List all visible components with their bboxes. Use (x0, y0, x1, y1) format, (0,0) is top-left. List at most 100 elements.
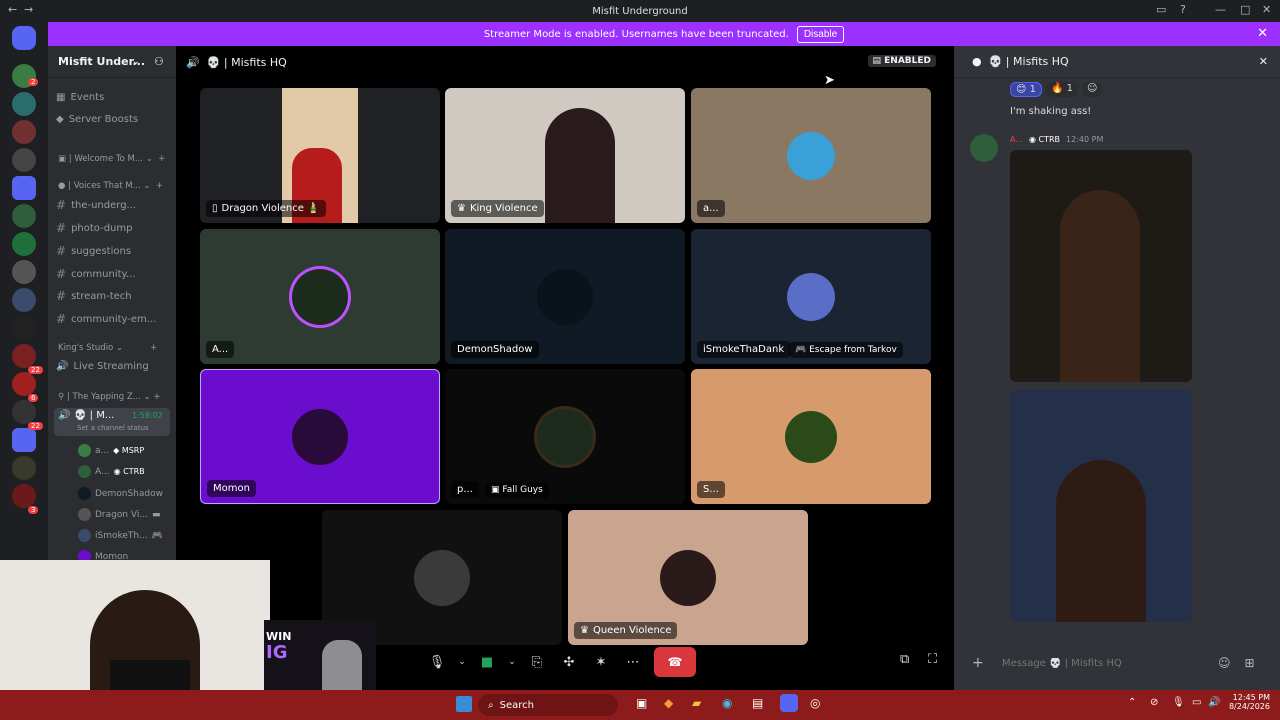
minimize-icon[interactable]: — (1215, 3, 1226, 16)
image-attachment[interactable] (1010, 150, 1192, 382)
video-tile[interactable]: a... (691, 88, 931, 223)
mic-tray-icon[interactable]: 🎙 (1172, 697, 1185, 708)
chevron-down-icon[interactable]: ⌄ (508, 657, 516, 667)
store-icon[interactable]: ▤ (752, 696, 763, 710)
invite-icon[interactable]: ⚇ (154, 55, 164, 68)
channel-community[interactable]: # community... (56, 267, 136, 281)
voice-user[interactable]: A... ◉ CTRB (78, 465, 145, 478)
server-icon[interactable] (12, 344, 36, 368)
video-tile[interactable]: DemonShadow (445, 229, 685, 364)
taskbar-search[interactable]: ⌕ Search (478, 694, 618, 716)
disconnect-button[interactable]: ☎ (654, 647, 696, 677)
channel-suggestions[interactable]: # suggestions (56, 244, 131, 258)
discord-home-icon[interactable] (12, 26, 36, 50)
server-icon[interactable] (12, 232, 36, 256)
reaction[interactable]: 🔥 1 (1046, 82, 1079, 97)
fullscreen-icon[interactable]: ⛶ (928, 652, 937, 667)
copilot-icon[interactable]: ◆ (664, 696, 673, 710)
avatar[interactable] (970, 134, 998, 162)
video-tile[interactable]: ♛ Queen Violence (568, 510, 808, 645)
video-tile[interactable]: Momon (200, 369, 440, 504)
sidebar-item-events[interactable]: ▦ Events (56, 92, 104, 103)
network-icon[interactable]: ⊘ (1150, 697, 1158, 708)
monitor-icon[interactable]: ▭ (1192, 697, 1201, 708)
microphone-icon[interactable]: 🎙 (426, 655, 448, 670)
category-voices[interactable]: ● | Voices That M... ⌄ + (58, 181, 163, 191)
channel-status[interactable]: Set a channel status (77, 424, 149, 432)
maximize-icon[interactable]: □ (1240, 3, 1250, 16)
disable-button[interactable]: Disable (796, 25, 845, 43)
channel-community-em[interactable]: # community-em... (56, 312, 156, 326)
clock[interactable]: 12:45 PM 8/24/2026 (1226, 693, 1270, 711)
image-attachment[interactable] (1010, 390, 1192, 622)
server-icon[interactable] (12, 316, 36, 340)
video-tile[interactable]: ▯ Dragon Violence 🎍 (200, 88, 440, 223)
server-icon[interactable] (12, 260, 36, 284)
task-view-icon[interactable]: ▣ (636, 696, 647, 710)
server-icon[interactable] (12, 372, 36, 396)
speaker-icon: 🔊 (58, 410, 71, 421)
close-banner-icon[interactable]: ✕ (1257, 26, 1268, 41)
server-icon[interactable] (12, 456, 36, 480)
file-explorer-icon[interactable]: ▰ (692, 696, 701, 710)
hash-icon: # (56, 198, 67, 212)
windows-start-icon[interactable] (456, 696, 472, 712)
chevron-down-icon[interactable]: ⌄ (458, 657, 466, 667)
channel-photo-dump[interactable]: # photo-dump (56, 221, 132, 235)
author-name[interactable]: A... (1010, 135, 1023, 144)
video-tile[interactable]: ♛ King Violence (445, 88, 685, 223)
video-tile[interactable]: A... (200, 229, 440, 364)
message-input[interactable] (1002, 657, 1212, 669)
edge-icon[interactable]: ◉ (722, 696, 732, 710)
voice-user[interactable]: DemonShadow (78, 487, 163, 500)
window-title: Misfit Underground (592, 5, 688, 17)
active-voice-channel[interactable]: 🔊 💀 | M... 1:58:02 Set a channel status (54, 408, 170, 436)
close-window-icon[interactable]: ✕ (1262, 3, 1271, 16)
more-icon[interactable]: ⋯ (622, 655, 644, 670)
video-tile[interactable]: S... (691, 369, 931, 504)
popout-icon[interactable]: ⧉ (900, 652, 909, 667)
folder-icon[interactable] (12, 176, 36, 200)
help-icon[interactable]: ? (1180, 3, 1186, 16)
add-attachment-icon[interactable]: + (972, 655, 1002, 671)
add-reaction-icon[interactable]: ☺ (1082, 82, 1103, 97)
sidebar-item-boosts[interactable]: ◆ Server Boosts (56, 114, 138, 125)
video-tile[interactable]: p... ▣ Fall Guys (445, 369, 685, 504)
apps-icon[interactable]: ⊞ (1245, 656, 1255, 670)
voice-timer: 1:58:02 (132, 411, 163, 420)
volume-icon[interactable]: 🔊 (1208, 697, 1220, 708)
voice-user[interactable]: Dragon Vi... ▬ (78, 508, 161, 521)
camera-icon[interactable]: ■ (476, 655, 498, 670)
avatar (414, 549, 470, 606)
channel-live-streaming[interactable]: 🔊 Live Streaming (56, 361, 149, 372)
server-icon[interactable] (12, 288, 36, 312)
server-icon[interactable] (12, 92, 36, 116)
category-yapping[interactable]: ⚲ | The Yapping Z... ⌄ + (58, 392, 160, 402)
folder-icon[interactable] (12, 428, 36, 452)
obs-icon[interactable]: ◎ (810, 696, 820, 710)
server-icon[interactable] (12, 148, 36, 172)
voice-user[interactable]: iSmokeTh... 🎮 (78, 529, 163, 542)
category-kings-studio[interactable]: King's Studio ⌄ + (58, 343, 157, 353)
screen-share-icon[interactable]: ⎘ (526, 655, 548, 670)
chevron-up-icon[interactable]: ⌃ (1128, 697, 1136, 708)
discord-taskbar-icon[interactable] (780, 694, 798, 712)
server-header[interactable]: Misfit Under... ⌄ ⚇ (48, 46, 176, 78)
video-tile[interactable]: iSmokeThaDank 🎮 Escape from Tarkov (691, 229, 931, 364)
voice-channel-name: 💀 | M... (74, 410, 115, 421)
voice-user[interactable]: a... ◆ MSRP (78, 444, 144, 457)
close-chat-icon[interactable]: ✕ (1259, 55, 1268, 68)
channel-the-underground[interactable]: # the-underg... (56, 198, 136, 212)
channel-stream-tech[interactable]: # stream-tech (56, 289, 132, 303)
server-icon[interactable] (12, 484, 36, 508)
emoji-icon[interactable]: ☺ (1218, 656, 1231, 670)
avatar (292, 408, 348, 465)
server-icon[interactable] (12, 120, 36, 144)
soundboard-icon[interactable]: ✶ (590, 655, 612, 670)
inbox-icon[interactable]: ▭ (1156, 3, 1166, 16)
category-welcome[interactable]: ▣ | Welcome To M... ⌄ + (58, 154, 165, 164)
server-icon[interactable] (12, 204, 36, 228)
reaction[interactable]: 😊 1 (1010, 82, 1042, 97)
server-icon[interactable] (12, 400, 36, 424)
activities-icon[interactable]: ✣ (558, 655, 580, 670)
